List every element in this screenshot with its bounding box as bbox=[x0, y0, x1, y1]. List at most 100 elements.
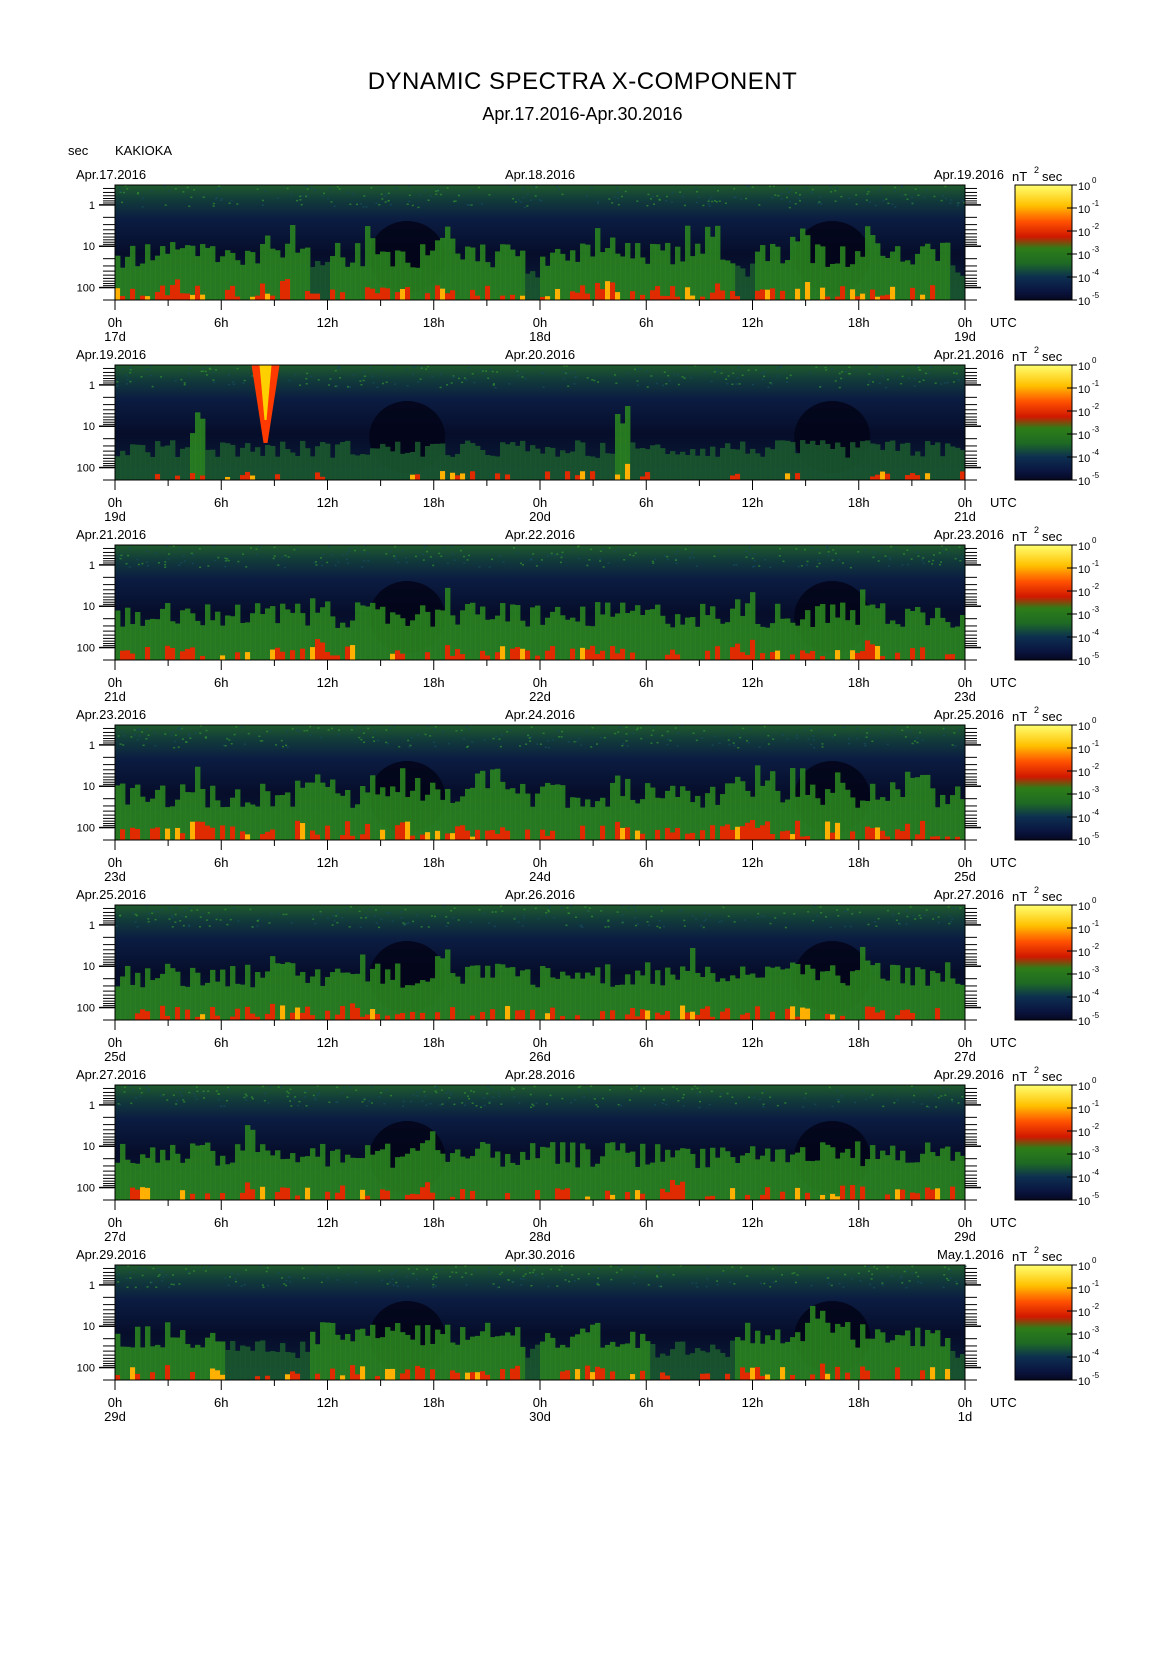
x-tick-label: 18h bbox=[423, 1035, 445, 1050]
colorbar-tick-exponent: -4 bbox=[1092, 628, 1100, 637]
colorbar-tick-label: 10 bbox=[1078, 767, 1090, 779]
colorbar-unit-exponent: 2 bbox=[1034, 525, 1039, 535]
colorbar-tick-label: 10 bbox=[1078, 1150, 1090, 1162]
day-label: 19d bbox=[954, 329, 976, 344]
colorbar-tick-exponent: -5 bbox=[1092, 471, 1100, 480]
colorbar-tick-label: 10 bbox=[1078, 1376, 1090, 1388]
colorbar-tick-label: 10 bbox=[1078, 1284, 1090, 1296]
x-tick-label: 0h bbox=[533, 315, 547, 330]
x-tick-label: 0h bbox=[958, 495, 972, 510]
panel-left-date: Apr.17.2016 bbox=[76, 167, 146, 182]
panel-mid-date: Apr.22.2016 bbox=[505, 527, 575, 542]
colorbar-tick-exponent: -4 bbox=[1092, 988, 1100, 997]
colorbar-tick-exponent: 0 bbox=[1092, 1076, 1097, 1085]
colorbar-tick-exponent: -4 bbox=[1092, 448, 1100, 457]
colorbar-tick-label: 10 bbox=[1078, 633, 1090, 645]
colorbar-tick-label: 10 bbox=[1078, 813, 1090, 825]
colorbar-tick-label: 10 bbox=[1078, 430, 1090, 442]
x-tick-label: 12h bbox=[317, 1215, 339, 1230]
panel-right-date: May.1.2016 bbox=[937, 1247, 1004, 1262]
colorbar-unit-exponent: 2 bbox=[1034, 885, 1039, 895]
colorbar-tick-exponent: -1 bbox=[1092, 739, 1100, 748]
y-tick-label: 1 bbox=[89, 1100, 95, 1112]
colorbar-tick-exponent: -1 bbox=[1092, 379, 1100, 388]
colorbar bbox=[1014, 184, 1073, 301]
colorbar-tick-label: 10 bbox=[1078, 407, 1090, 419]
colorbar-tick-label: 10 bbox=[1078, 1104, 1090, 1116]
colorbar-tick-exponent: -1 bbox=[1092, 559, 1100, 568]
colorbar-tick-exponent: -2 bbox=[1092, 222, 1100, 231]
y-tick-label: 10 bbox=[83, 1321, 95, 1333]
x-tick-label: 6h bbox=[639, 855, 653, 870]
panel-right-date: Apr.23.2016 bbox=[934, 527, 1004, 542]
day-label: 27d bbox=[104, 1229, 126, 1244]
colorbar-tick-label: 10 bbox=[1078, 587, 1090, 599]
colorbar-tick-label: 10 bbox=[1078, 273, 1090, 285]
y-tick-label: 100 bbox=[77, 463, 95, 475]
x-tick-label: 0h bbox=[108, 1215, 122, 1230]
colorbar-unit: nT bbox=[1012, 1249, 1027, 1264]
x-tick-label: 12h bbox=[317, 1395, 339, 1410]
colorbar-tick-label: 10 bbox=[1078, 476, 1090, 488]
panel-mid-date: Apr.18.2016 bbox=[505, 167, 575, 182]
x-tick-label: 0h bbox=[958, 1215, 972, 1230]
y-tick-label: 100 bbox=[77, 283, 95, 295]
x-tick-label: 6h bbox=[214, 315, 228, 330]
y-tick-label: 1 bbox=[89, 200, 95, 212]
colorbar-tick-label: 10 bbox=[1078, 970, 1090, 982]
utc-label: UTC bbox=[990, 1395, 1017, 1410]
x-tick-label: 18h bbox=[848, 1215, 870, 1230]
x-tick-label: 0h bbox=[108, 495, 122, 510]
panel-mid-date: Apr.24.2016 bbox=[505, 707, 575, 722]
panel-right-date: Apr.19.2016 bbox=[934, 167, 1004, 182]
spectrum-panel: Apr.23.2016 Apr.24.2016 Apr.25.20161101000… bbox=[76, 705, 1100, 884]
colorbar-tick-label: 10 bbox=[1078, 744, 1090, 756]
colorbar-tick-label: 10 bbox=[1078, 901, 1090, 913]
colorbar-tick-label: 10 bbox=[1078, 1127, 1090, 1139]
y-tick-label: 10 bbox=[83, 601, 95, 613]
panel-right-date: Apr.21.2016 bbox=[934, 347, 1004, 362]
colorbar-tick-label: 10 bbox=[1078, 610, 1090, 622]
day-label: 26d bbox=[529, 1049, 551, 1064]
panel-mid-date: Apr.26.2016 bbox=[505, 887, 575, 902]
x-tick-label: 18h bbox=[848, 495, 870, 510]
colorbar-tick-exponent: 0 bbox=[1092, 356, 1097, 365]
x-tick-label: 0h bbox=[108, 675, 122, 690]
colorbar-tick-exponent: -5 bbox=[1092, 291, 1100, 300]
colorbar-unit: nT bbox=[1012, 1069, 1027, 1084]
x-tick-label: 12h bbox=[742, 1215, 764, 1230]
colorbar-tick-exponent: 0 bbox=[1092, 1256, 1097, 1265]
colorbar-unit: nT bbox=[1012, 709, 1027, 724]
y-tick-label: 10 bbox=[83, 421, 95, 433]
spectrum-panel: Apr.25.2016 Apr.26.2016 Apr.27.20161101000… bbox=[76, 885, 1100, 1064]
y-tick-label: 10 bbox=[83, 241, 95, 253]
x-tick-label: 0h bbox=[533, 855, 547, 870]
x-tick-label: 18h bbox=[848, 855, 870, 870]
colorbar-tick-label: 10 bbox=[1078, 181, 1090, 193]
day-label: 21d bbox=[104, 689, 126, 704]
colorbar-unit: nT bbox=[1012, 349, 1027, 364]
panel-left-date: Apr.21.2016 bbox=[76, 527, 146, 542]
x-tick-label: 6h bbox=[214, 675, 228, 690]
day-label: 20d bbox=[529, 509, 551, 524]
panel-mid-date: Apr.28.2016 bbox=[505, 1067, 575, 1082]
panel-left-date: Apr.29.2016 bbox=[76, 1247, 146, 1262]
spectra-panels: Apr.17.2016 Apr.18.2016 Apr.19.20161101000… bbox=[76, 165, 1100, 1424]
colorbar-tick-exponent: -3 bbox=[1092, 1145, 1100, 1154]
colorbar-tick-label: 10 bbox=[1078, 296, 1090, 308]
colorbar-unit-suffix: sec bbox=[1042, 1069, 1063, 1084]
colorbar-tick-exponent: -5 bbox=[1092, 1011, 1100, 1020]
colorbar-tick-label: 10 bbox=[1078, 993, 1090, 1005]
colorbar-tick-exponent: -5 bbox=[1092, 651, 1100, 660]
colorbar-tick-exponent: -3 bbox=[1092, 965, 1100, 974]
colorbar-tick-label: 10 bbox=[1078, 1173, 1090, 1185]
utc-label: UTC bbox=[990, 1215, 1017, 1230]
colorbar-unit-exponent: 2 bbox=[1034, 165, 1039, 175]
colorbar-unit-suffix: sec bbox=[1042, 709, 1063, 724]
x-tick-label: 0h bbox=[958, 1395, 972, 1410]
panel-right-date: Apr.25.2016 bbox=[934, 707, 1004, 722]
x-tick-label: 18h bbox=[423, 1395, 445, 1410]
utc-label: UTC bbox=[990, 675, 1017, 690]
x-tick-label: 12h bbox=[742, 675, 764, 690]
day-label: 25d bbox=[104, 1049, 126, 1064]
